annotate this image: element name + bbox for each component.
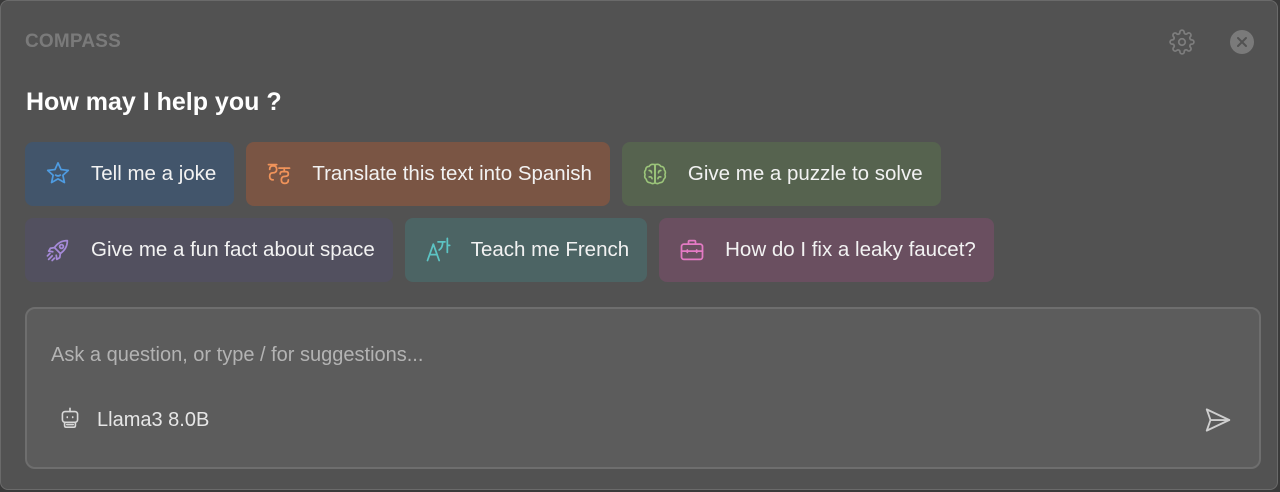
suggestion-label: Tell me a joke bbox=[91, 162, 217, 185]
suggestions-row-1: Tell me a joke Translate this text into … bbox=[25, 142, 941, 206]
send-button[interactable] bbox=[1201, 403, 1235, 437]
suggestion-label: Teach me French bbox=[470, 238, 630, 261]
star-icon bbox=[43, 159, 73, 189]
suggestion-tell-joke[interactable]: Tell me a joke bbox=[25, 142, 235, 206]
compass-window: COMPASS How may I help you ? Tell me a j… bbox=[0, 0, 1278, 490]
close-icon bbox=[1230, 30, 1254, 54]
close-button[interactable] bbox=[1229, 29, 1255, 55]
rocket-icon bbox=[43, 235, 73, 265]
app-title: COMPASS bbox=[25, 31, 122, 52]
suggestion-space-fact[interactable]: Give me a fun fact about space bbox=[25, 218, 393, 282]
brain-icon bbox=[640, 159, 670, 189]
robot-icon bbox=[57, 405, 83, 436]
suggestion-puzzle[interactable]: Give me a puzzle to solve bbox=[621, 142, 941, 206]
suggestion-leaky-faucet[interactable]: How do I fix a leaky faucet? bbox=[659, 218, 994, 282]
suggestion-label: Translate this text into Spanish bbox=[312, 162, 592, 185]
language-icon bbox=[264, 159, 294, 189]
gear-icon bbox=[1169, 29, 1195, 55]
suggestion-label: Give me a fun fact about space bbox=[91, 238, 375, 261]
suggestion-translate-spanish[interactable]: Translate this text into Spanish bbox=[246, 142, 610, 206]
suggestion-teach-french[interactable]: Teach me French bbox=[404, 218, 648, 282]
composer: Llama3 8.0B bbox=[25, 307, 1261, 469]
page-heading: How may I help you ? bbox=[26, 88, 282, 116]
suggestion-label: How do I fix a leaky faucet? bbox=[725, 238, 976, 261]
translate-icon bbox=[423, 235, 453, 265]
settings-button[interactable] bbox=[1167, 27, 1197, 57]
suggestion-label: Give me a puzzle to solve bbox=[687, 162, 923, 185]
suggestions-row-2: Give me a fun fact about space Teach me … bbox=[25, 218, 994, 282]
model-name: Llama3 8.0B bbox=[97, 409, 210, 431]
model-selector[interactable]: Llama3 8.0B bbox=[57, 405, 209, 436]
briefcase-icon bbox=[677, 235, 707, 265]
send-icon bbox=[1205, 408, 1231, 432]
prompt-input[interactable] bbox=[51, 339, 1151, 371]
